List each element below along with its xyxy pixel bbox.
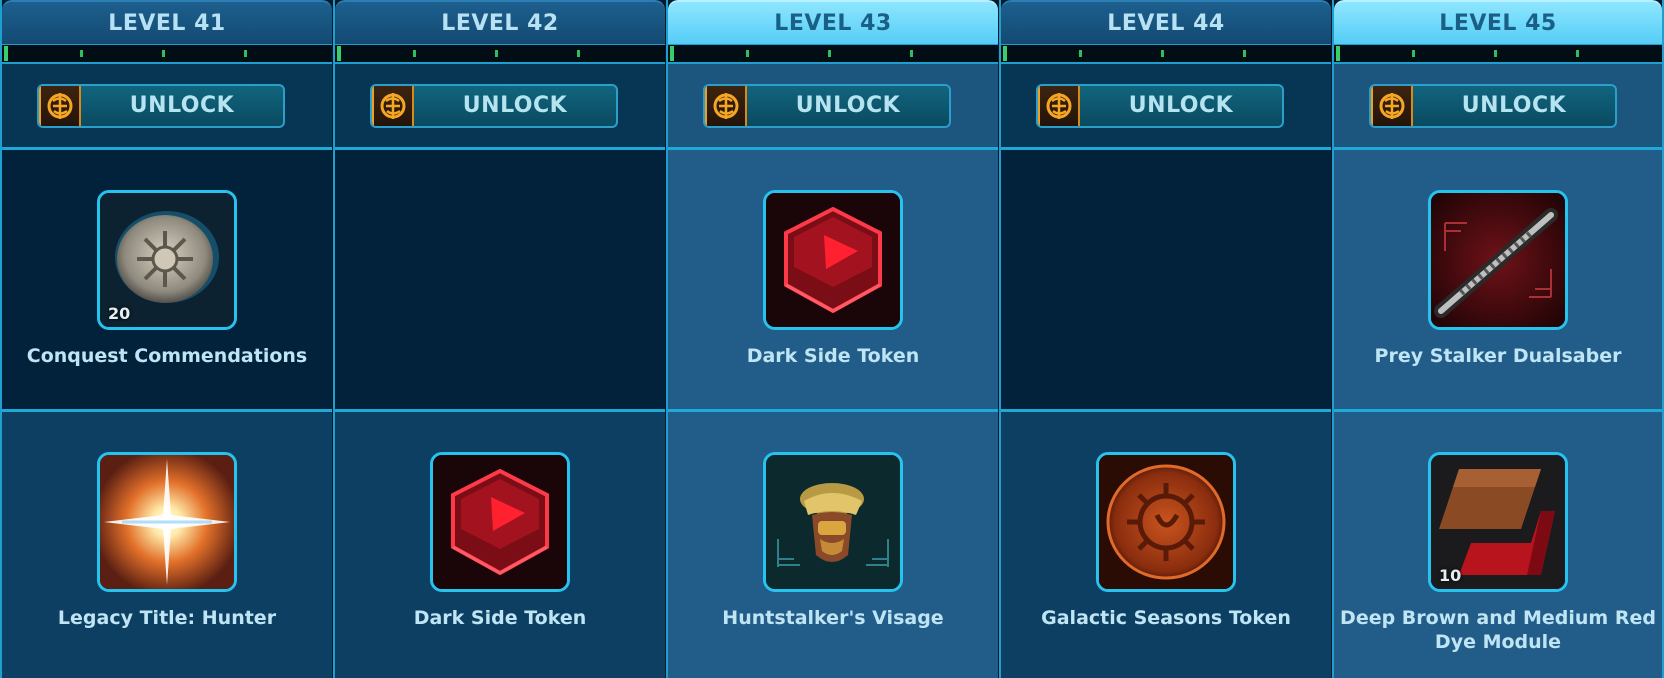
cartel-coin-icon — [39, 86, 81, 126]
progress-track — [668, 44, 998, 64]
cartel-coin-icon — [705, 86, 747, 126]
reward-name: Galactic Seasons Token — [1041, 607, 1291, 629]
unlock-row: UNLOCK — [1001, 64, 1331, 150]
level-label: LEVEL 42 — [441, 10, 559, 36]
cartel-coin-icon — [372, 86, 414, 126]
galactic-seasons-token-icon — [1099, 455, 1233, 589]
reward-row-1: Dark Side Token — [668, 150, 998, 412]
dark-side-token-icon — [766, 193, 900, 327]
reward-name: Dark Side Token — [413, 607, 587, 629]
unlock-label: UNLOCK — [795, 93, 901, 118]
reward-name: Huntstalker's Visage — [722, 607, 944, 629]
level-column-41: LEVEL 41 UNLOCK 20 Conquest Commendation… — [0, 0, 332, 678]
level-header: LEVEL 41 — [2, 0, 332, 44]
reward-row-2: Huntstalker's Visage — [668, 412, 998, 678]
cartel-coin-icon — [1038, 86, 1080, 126]
helmet-icon — [766, 455, 900, 589]
progress-tick — [1243, 50, 1246, 57]
quantity-badge: 20 — [108, 304, 131, 323]
reward-row-1-empty — [335, 150, 665, 412]
reward-name: Deep Brown and Medium Red Dye Module — [1340, 607, 1656, 653]
level-column-44: LEVEL 44 UNLOCK Galactic Seasons Token — [999, 0, 1331, 678]
progress-marker — [670, 46, 674, 61]
progress-tick — [495, 50, 498, 57]
progress-tick — [1412, 50, 1415, 57]
progress-marker — [4, 46, 8, 61]
reward-slot[interactable] — [763, 190, 903, 330]
reward-row-2: Legacy Title: Hunter — [2, 412, 332, 678]
reward-row-2: Galactic Seasons Token — [1001, 412, 1331, 678]
reward-name: Legacy Title: Hunter — [57, 607, 277, 629]
progress-tick — [828, 50, 831, 57]
progress-tick — [1161, 50, 1164, 57]
reward-slot[interactable]: 10 — [1428, 452, 1568, 592]
unlock-label: UNLOCK — [462, 93, 568, 118]
reward-row-1-empty — [1001, 150, 1331, 412]
reward-slot[interactable] — [763, 452, 903, 592]
progress-tick — [1576, 50, 1579, 57]
progress-marker — [1336, 46, 1340, 61]
progress-track — [335, 44, 665, 64]
reward-slot[interactable] — [430, 452, 570, 592]
reward-slot[interactable] — [97, 452, 237, 592]
unlock-row: UNLOCK — [1334, 64, 1662, 150]
reward-name: Dark Side Token — [746, 345, 920, 367]
season-track-grid: LEVEL 41 UNLOCK 20 Conquest Commendation… — [0, 0, 1664, 678]
unlock-label: UNLOCK — [1128, 93, 1234, 118]
unlock-button[interactable]: UNLOCK — [703, 84, 951, 128]
unlock-button[interactable]: UNLOCK — [37, 84, 285, 128]
progress-marker — [337, 46, 341, 61]
unlock-button[interactable]: UNLOCK — [1369, 84, 1617, 128]
unlock-row: UNLOCK — [2, 64, 332, 150]
progress-tick — [244, 50, 247, 57]
level-header: LEVEL 44 — [1001, 0, 1331, 44]
unlock-button[interactable]: UNLOCK — [1036, 84, 1284, 128]
level-column-43: LEVEL 43 UNLOCK Dark Side Token Huntstal… — [666, 0, 998, 678]
unlock-label: UNLOCK — [1461, 93, 1567, 118]
reward-row-1: 20 Conquest Commendations — [2, 150, 332, 412]
progress-tick — [577, 50, 580, 57]
reward-slot[interactable]: 20 — [97, 190, 237, 330]
level-label: LEVEL 45 — [1439, 10, 1557, 36]
progress-tick — [910, 50, 913, 57]
progress-tick — [80, 50, 83, 57]
progress-track — [1001, 44, 1331, 64]
level-label: LEVEL 44 — [1107, 10, 1225, 36]
level-label: LEVEL 41 — [108, 10, 226, 36]
reward-row-2: Dark Side Token — [335, 412, 665, 678]
unlock-row: UNLOCK — [335, 64, 665, 150]
reward-name: Prey Stalker Dualsaber — [1374, 345, 1622, 367]
level-header: LEVEL 42 — [335, 0, 665, 44]
reward-slot[interactable] — [1096, 452, 1236, 592]
unlock-label: UNLOCK — [129, 93, 235, 118]
progress-tick — [413, 50, 416, 57]
reward-name: Conquest Commendations — [26, 345, 308, 367]
level-header: LEVEL 45 — [1334, 0, 1662, 44]
reward-slot[interactable] — [1428, 190, 1568, 330]
reward-row-2: 10 Deep Brown and Medium Red Dye Module — [1334, 412, 1662, 678]
progress-tick — [746, 50, 749, 57]
progress-marker — [1003, 46, 1007, 61]
dualsaber-icon — [1431, 193, 1565, 327]
progress-tick — [1494, 50, 1497, 57]
level-column-45: LEVEL 45 UNLOCK Prey Stalker Dualsaber 1… — [1332, 0, 1664, 678]
progress-track — [1334, 44, 1662, 64]
unlock-button[interactable]: UNLOCK — [370, 84, 618, 128]
dark-side-token-icon — [433, 455, 567, 589]
progress-track — [2, 44, 332, 64]
progress-tick — [1079, 50, 1082, 57]
cartel-coin-icon — [1371, 86, 1413, 126]
reward-row-1: Prey Stalker Dualsaber — [1334, 150, 1662, 412]
level-column-42: LEVEL 42 UNLOCK Dark Side Token — [333, 0, 665, 678]
level-header: LEVEL 43 — [668, 0, 998, 44]
unlock-row: UNLOCK — [668, 64, 998, 150]
level-label: LEVEL 43 — [774, 10, 892, 36]
legacy-title-icon — [100, 455, 234, 589]
quantity-badge: 10 — [1439, 566, 1462, 585]
progress-tick — [162, 50, 165, 57]
